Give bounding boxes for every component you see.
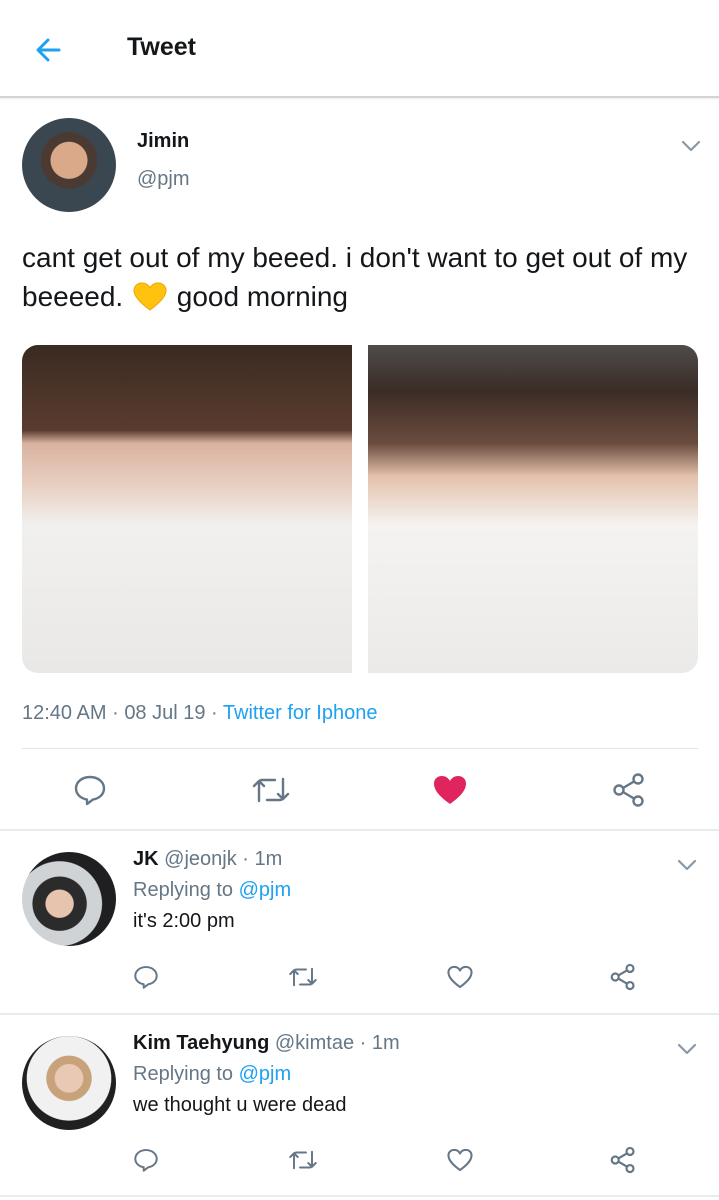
share-icon: [610, 1146, 635, 1174]
reply-author-name[interactable]: JK: [133, 848, 159, 870]
tweet-text-end: good morning: [176, 281, 349, 312]
like-button[interactable]: [443, 1144, 477, 1176]
retweet-icon: [289, 1150, 317, 1170]
reply-header: Kim Taehyung @kimtae · 1m: [133, 1032, 400, 1055]
comment-icon: [134, 966, 158, 989]
reply-text: we thought u were dead: [133, 1094, 347, 1116]
reply-button[interactable]: [70, 770, 110, 810]
replying-to-label: Replying to: [133, 879, 234, 901]
chevron-down-icon[interactable]: [679, 134, 703, 158]
chevron-down-icon[interactable]: [675, 853, 699, 877]
reply-header: JK @jeonjk · 1m: [133, 848, 282, 871]
meta-separator: ·: [112, 702, 119, 724]
replying-to: Replying to @pjm: [133, 1063, 291, 1086]
tweet-photo-2[interactable]: [368, 345, 698, 673]
retweet-button[interactable]: [286, 1144, 320, 1176]
avatar[interactable]: [22, 1036, 116, 1130]
mention-link[interactable]: @pjm: [239, 1063, 292, 1085]
reply-text: it's 2:00 pm: [133, 910, 235, 932]
author-name[interactable]: Jimin: [137, 130, 189, 153]
tweet-text: cant get out of my beeed. i don't want t…: [22, 238, 702, 322]
share-icon: [610, 963, 635, 991]
divider: [22, 748, 698, 749]
retweet-icon: [289, 967, 317, 987]
reply-author-handle[interactable]: @kimtae: [275, 1032, 354, 1054]
retweet-button[interactable]: [249, 770, 293, 810]
reply-button[interactable]: [130, 1144, 162, 1176]
replying-to: Replying to @pjm: [133, 879, 291, 902]
reply-tweet[interactable]: JK @jeonjk · 1m Replying to @pjm it's 2:…: [0, 831, 719, 1013]
tweet-time: 12:40 AM: [22, 702, 107, 724]
back-button[interactable]: [28, 30, 68, 70]
tweet-date: 08 Jul 19: [124, 702, 206, 724]
comment-icon: [74, 775, 106, 806]
replying-to-label: Replying to: [133, 1063, 234, 1085]
top-bar: Tweet: [0, 0, 719, 98]
time-separator: ·: [359, 1032, 367, 1054]
reply-time: 1m: [254, 848, 283, 870]
page-title: Tweet: [127, 33, 196, 61]
tweet-photo-1[interactable]: [22, 345, 352, 673]
comment-icon: [134, 1149, 158, 1172]
time-separator: ·: [242, 848, 249, 870]
arrow-left-icon: [36, 38, 61, 62]
divider: [0, 1195, 719, 1197]
tweet-source-link[interactable]: Twitter for Iphone: [223, 702, 378, 724]
share-button[interactable]: [608, 770, 650, 810]
heart-outline-icon: [447, 965, 473, 989]
reply-tweet[interactable]: Kim Taehyung @kimtae · 1m Replying to @p…: [0, 1015, 719, 1195]
share-button[interactable]: [606, 961, 640, 993]
heart-filled-icon: [434, 776, 466, 804]
author-handle[interactable]: @pjm: [137, 168, 190, 191]
reply-button[interactable]: [130, 961, 162, 993]
mention-link[interactable]: @pjm: [239, 879, 292, 901]
meta-separator: ·: [211, 702, 218, 724]
share-button[interactable]: [606, 1144, 640, 1176]
yellow-heart-emoji-icon: [133, 282, 167, 322]
like-button[interactable]: [443, 961, 477, 993]
tweet-meta: 12:40 AM · 08 Jul 19 · Twitter for Iphon…: [22, 702, 377, 725]
reply-author-handle[interactable]: @jeonjk: [164, 848, 237, 870]
avatar[interactable]: [22, 118, 116, 212]
reply-time: 1m: [371, 1032, 400, 1054]
tweet-text-main: cant get out of my beeed. i don't want t…: [22, 242, 688, 312]
share-icon: [613, 773, 644, 807]
retweet-icon: [252, 777, 290, 803]
chevron-down-icon[interactable]: [675, 1037, 699, 1061]
like-button[interactable]: [428, 770, 472, 810]
avatar[interactable]: [22, 852, 116, 946]
retweet-button[interactable]: [286, 961, 320, 993]
heart-outline-icon: [447, 1148, 473, 1172]
reply-author-name[interactable]: Kim Taehyung: [133, 1032, 269, 1054]
